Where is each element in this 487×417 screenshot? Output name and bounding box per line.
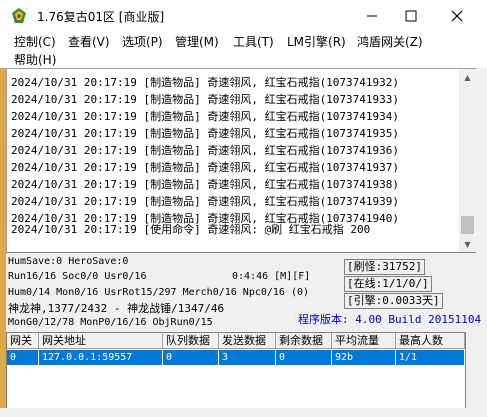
engine-counter: [引擎:0.0033天] [344, 293, 443, 309]
status-save: HumSave:0 HeroSave:0 [8, 256, 129, 267]
refresh-counter: [刷怪:31752] [344, 259, 425, 275]
status-panel: HumSave:0 HeroSave:0 Run16/16 Soc0/0 Usr… [6, 252, 481, 333]
program-version: 程序版本: 4.00 Build 20151104 [298, 313, 482, 326]
cell-queue: 0 [163, 350, 219, 365]
column-header-remaining[interactable]: 剩余数据 [276, 333, 332, 349]
log-line: 2024/10/31 20:17:19 [制造物品] 奇速翎风, 红宝石戒指(1… [11, 144, 400, 157]
column-header-max-users[interactable]: 最高人数 [396, 333, 465, 349]
minimize-icon [367, 15, 377, 17]
title-bar[interactable]: 1.76复古01区 [商业版] [0, 0, 487, 32]
scroll-up-arrow-icon[interactable]: ▲ [459, 69, 476, 86]
column-header-address[interactable]: 网关地址 [39, 333, 163, 349]
online-counter: [在线:1/1/0/] [344, 276, 432, 292]
close-button[interactable] [434, 0, 480, 32]
window-title: 1.76复古01区 [商业版] [37, 10, 165, 24]
column-header-traffic[interactable]: 平均流量 [332, 333, 396, 349]
log-scrollbar[interactable]: ▲ ▼ [459, 68, 476, 253]
menu-view[interactable]: 查看(V) [68, 34, 110, 50]
cell-address: 127.0.0.1:59557 [39, 350, 163, 365]
log-line: 2024/10/31 20:17:19 [使用命令] 奇速翎风: @刷 红宝石戒… [11, 223, 371, 236]
cell-gateway: 0 [7, 350, 39, 365]
close-icon [451, 10, 463, 22]
log-panel[interactable]: 2024/10/31 20:17:19 [制造物品] 奇速翎风, 红宝石戒指(1… [6, 68, 460, 253]
menu-tools[interactable]: 工具(T) [233, 34, 274, 50]
log-line: 2024/10/31 20:17:19 [制造物品] 奇速翎风, 红宝石戒指(1… [11, 178, 400, 191]
status-monsters: MonG0/12/78 MonP0/16/16 ObjRun0/15 [8, 317, 213, 328]
gateway-table: 网关 网关地址 队列数据 发送数据 剩余数据 平均流量 最高人数 0 127.0… [6, 332, 466, 410]
menu-help[interactable]: 帮助(H) [14, 52, 56, 68]
cell-max-users: 1/1 [396, 350, 465, 365]
menu-lm-engine[interactable]: LM引擎(R) [287, 34, 346, 50]
maximize-icon [405, 10, 417, 22]
menu-manage[interactable]: 管理(M) [175, 34, 219, 50]
server-window: 1.76复古01区 [商业版] 控制(C) 查看(V) 选项(P) 管理(M) … [0, 0, 487, 417]
log-line: 2024/10/31 20:17:19 [制造物品] 奇速翎风, 红宝石戒指(1… [11, 127, 400, 140]
log-line: 2024/10/31 20:17:19 [制造物品] 奇速翎风, 红宝石戒指(1… [11, 161, 400, 174]
cell-traffic: 92b [332, 350, 396, 365]
column-header-sent[interactable]: 发送数据 [219, 333, 276, 349]
app-icon [12, 8, 26, 23]
status-run: Run16/16 Soc0/0 Usr0/16 [8, 271, 147, 282]
maximize-button[interactable] [388, 0, 434, 32]
menu-bar: 控制(C) 查看(V) 选项(P) 管理(M) 工具(T) LM引擎(R) 鸿盾… [0, 32, 487, 68]
log-line: 2024/10/31 20:17:19 [制造物品] 奇速翎风, 红宝石戒指(1… [11, 76, 400, 89]
cell-sent: 3 [219, 350, 276, 365]
column-header-queue[interactable]: 队列数据 [163, 333, 219, 349]
menu-shield-gateway[interactable]: 鸿盾网关(Z) [357, 34, 423, 50]
window-bottom-edge [0, 408, 487, 417]
column-header-gateway[interactable]: 网关 [7, 333, 39, 349]
scroll-thumb[interactable] [461, 216, 474, 234]
status-timer: 0:4:46 [M][F] [232, 271, 311, 282]
log-line: 2024/10/31 20:17:19 [制造物品] 奇速翎风, 红宝石戒指(1… [11, 195, 400, 208]
log-line: 2024/10/31 20:17:19 [制造物品] 奇速翎风, 红宝石戒指(1… [11, 93, 400, 106]
status-boss: 神龙神,1377/2432 - 神龙战锤/1347/46 [8, 302, 225, 315]
scroll-down-arrow-icon[interactable]: ▼ [459, 236, 476, 253]
menu-control[interactable]: 控制(C) [14, 34, 56, 50]
cell-remaining: 0 [276, 350, 332, 365]
status-humans: Hum0/14 Mon0/16 UsrRot15/297 Merch0/16 N… [8, 287, 310, 298]
menu-options[interactable]: 选项(P) [122, 34, 163, 50]
log-line: 2024/10/31 20:17:19 [制造物品] 奇速翎风, 红宝石戒指(1… [11, 110, 400, 123]
